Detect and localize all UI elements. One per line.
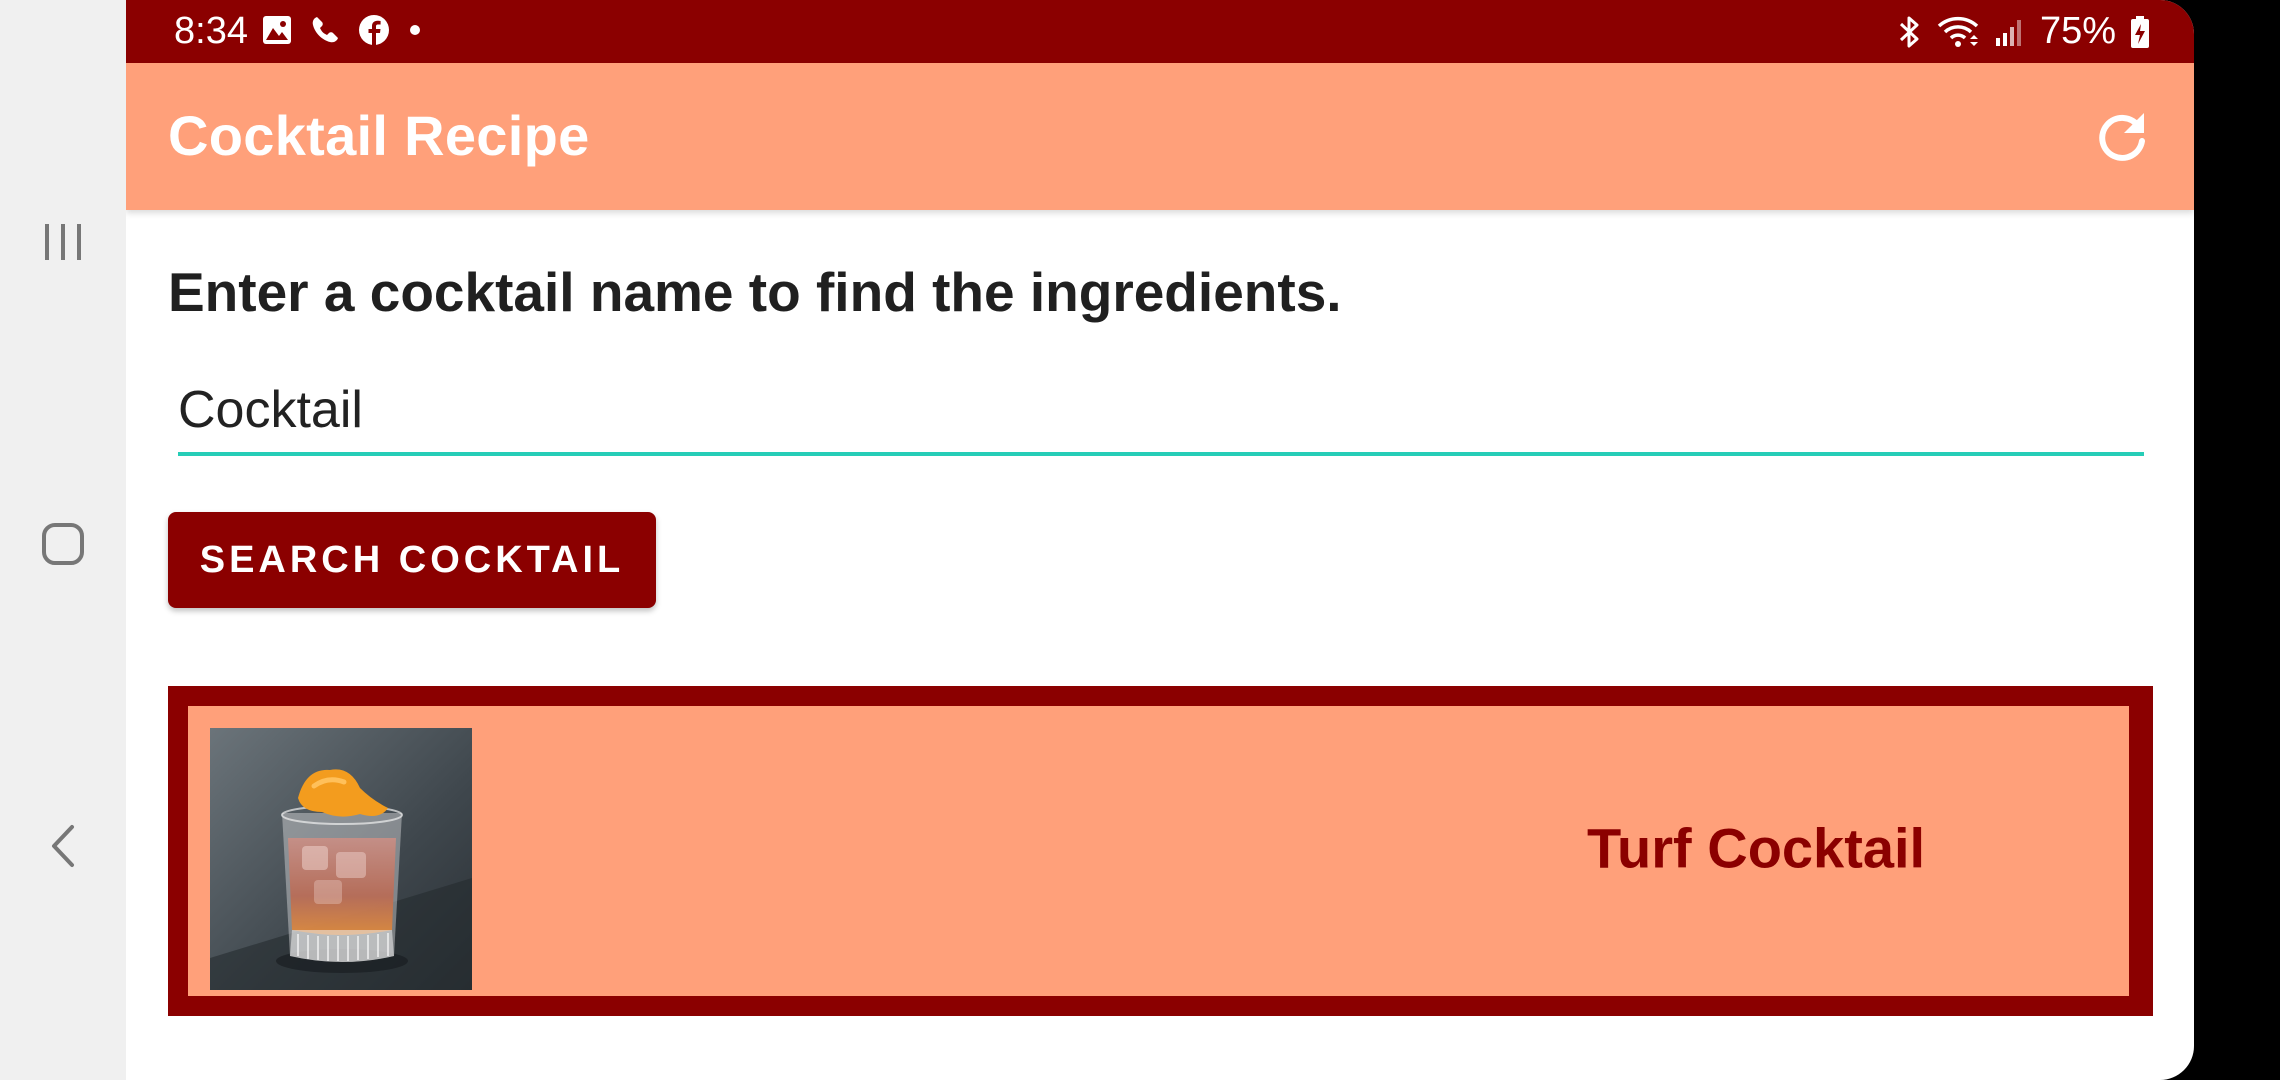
image-icon: [263, 16, 291, 44]
cocktail-thumbnail: [210, 728, 472, 990]
app-screen: 8:34 75% Cocktail Recipe Enter a cocktai…: [126, 0, 2194, 1080]
home-icon: [42, 523, 84, 565]
navigation-bar: [0, 0, 126, 1080]
battery-percent: 75%: [2039, 10, 2116, 52]
status-bar: 8:34 75%: [126, 0, 2194, 63]
wifi-icon: [1937, 16, 1979, 47]
instruction-text: Enter a cocktail name to find the ingred…: [168, 261, 1342, 323]
card-body: Turf Cocktail: [188, 706, 2129, 996]
recents-icon: [45, 224, 81, 260]
status-time: 8:34: [174, 10, 248, 52]
back-icon: [52, 825, 74, 867]
app-bar: Cocktail Recipe: [126, 63, 2194, 210]
app-title: Cocktail Recipe: [168, 104, 590, 167]
cocktail-search-input[interactable]: [178, 376, 2144, 456]
cocktail-result-card[interactable]: Turf Cocktail: [168, 686, 2153, 1016]
home-button[interactable]: [0, 484, 126, 604]
back-button[interactable]: [0, 786, 126, 906]
search-cocktail-button[interactable]: SEARCH COCKTAIL: [168, 512, 656, 608]
bluetooth-icon: [1899, 16, 1919, 47]
cocktail-name: Turf Cocktail: [1587, 816, 1926, 880]
battery-charging-icon: [2131, 15, 2149, 48]
refresh-button[interactable]: [2090, 105, 2154, 169]
signal-icon: [1995, 19, 2021, 46]
dot-icon: [410, 25, 420, 35]
phone-icon: [312, 17, 338, 43]
screen-edge: [2194, 0, 2280, 1080]
refresh-icon: [2099, 113, 2145, 161]
recents-button[interactable]: [0, 182, 126, 302]
facebook-icon: [359, 15, 389, 45]
